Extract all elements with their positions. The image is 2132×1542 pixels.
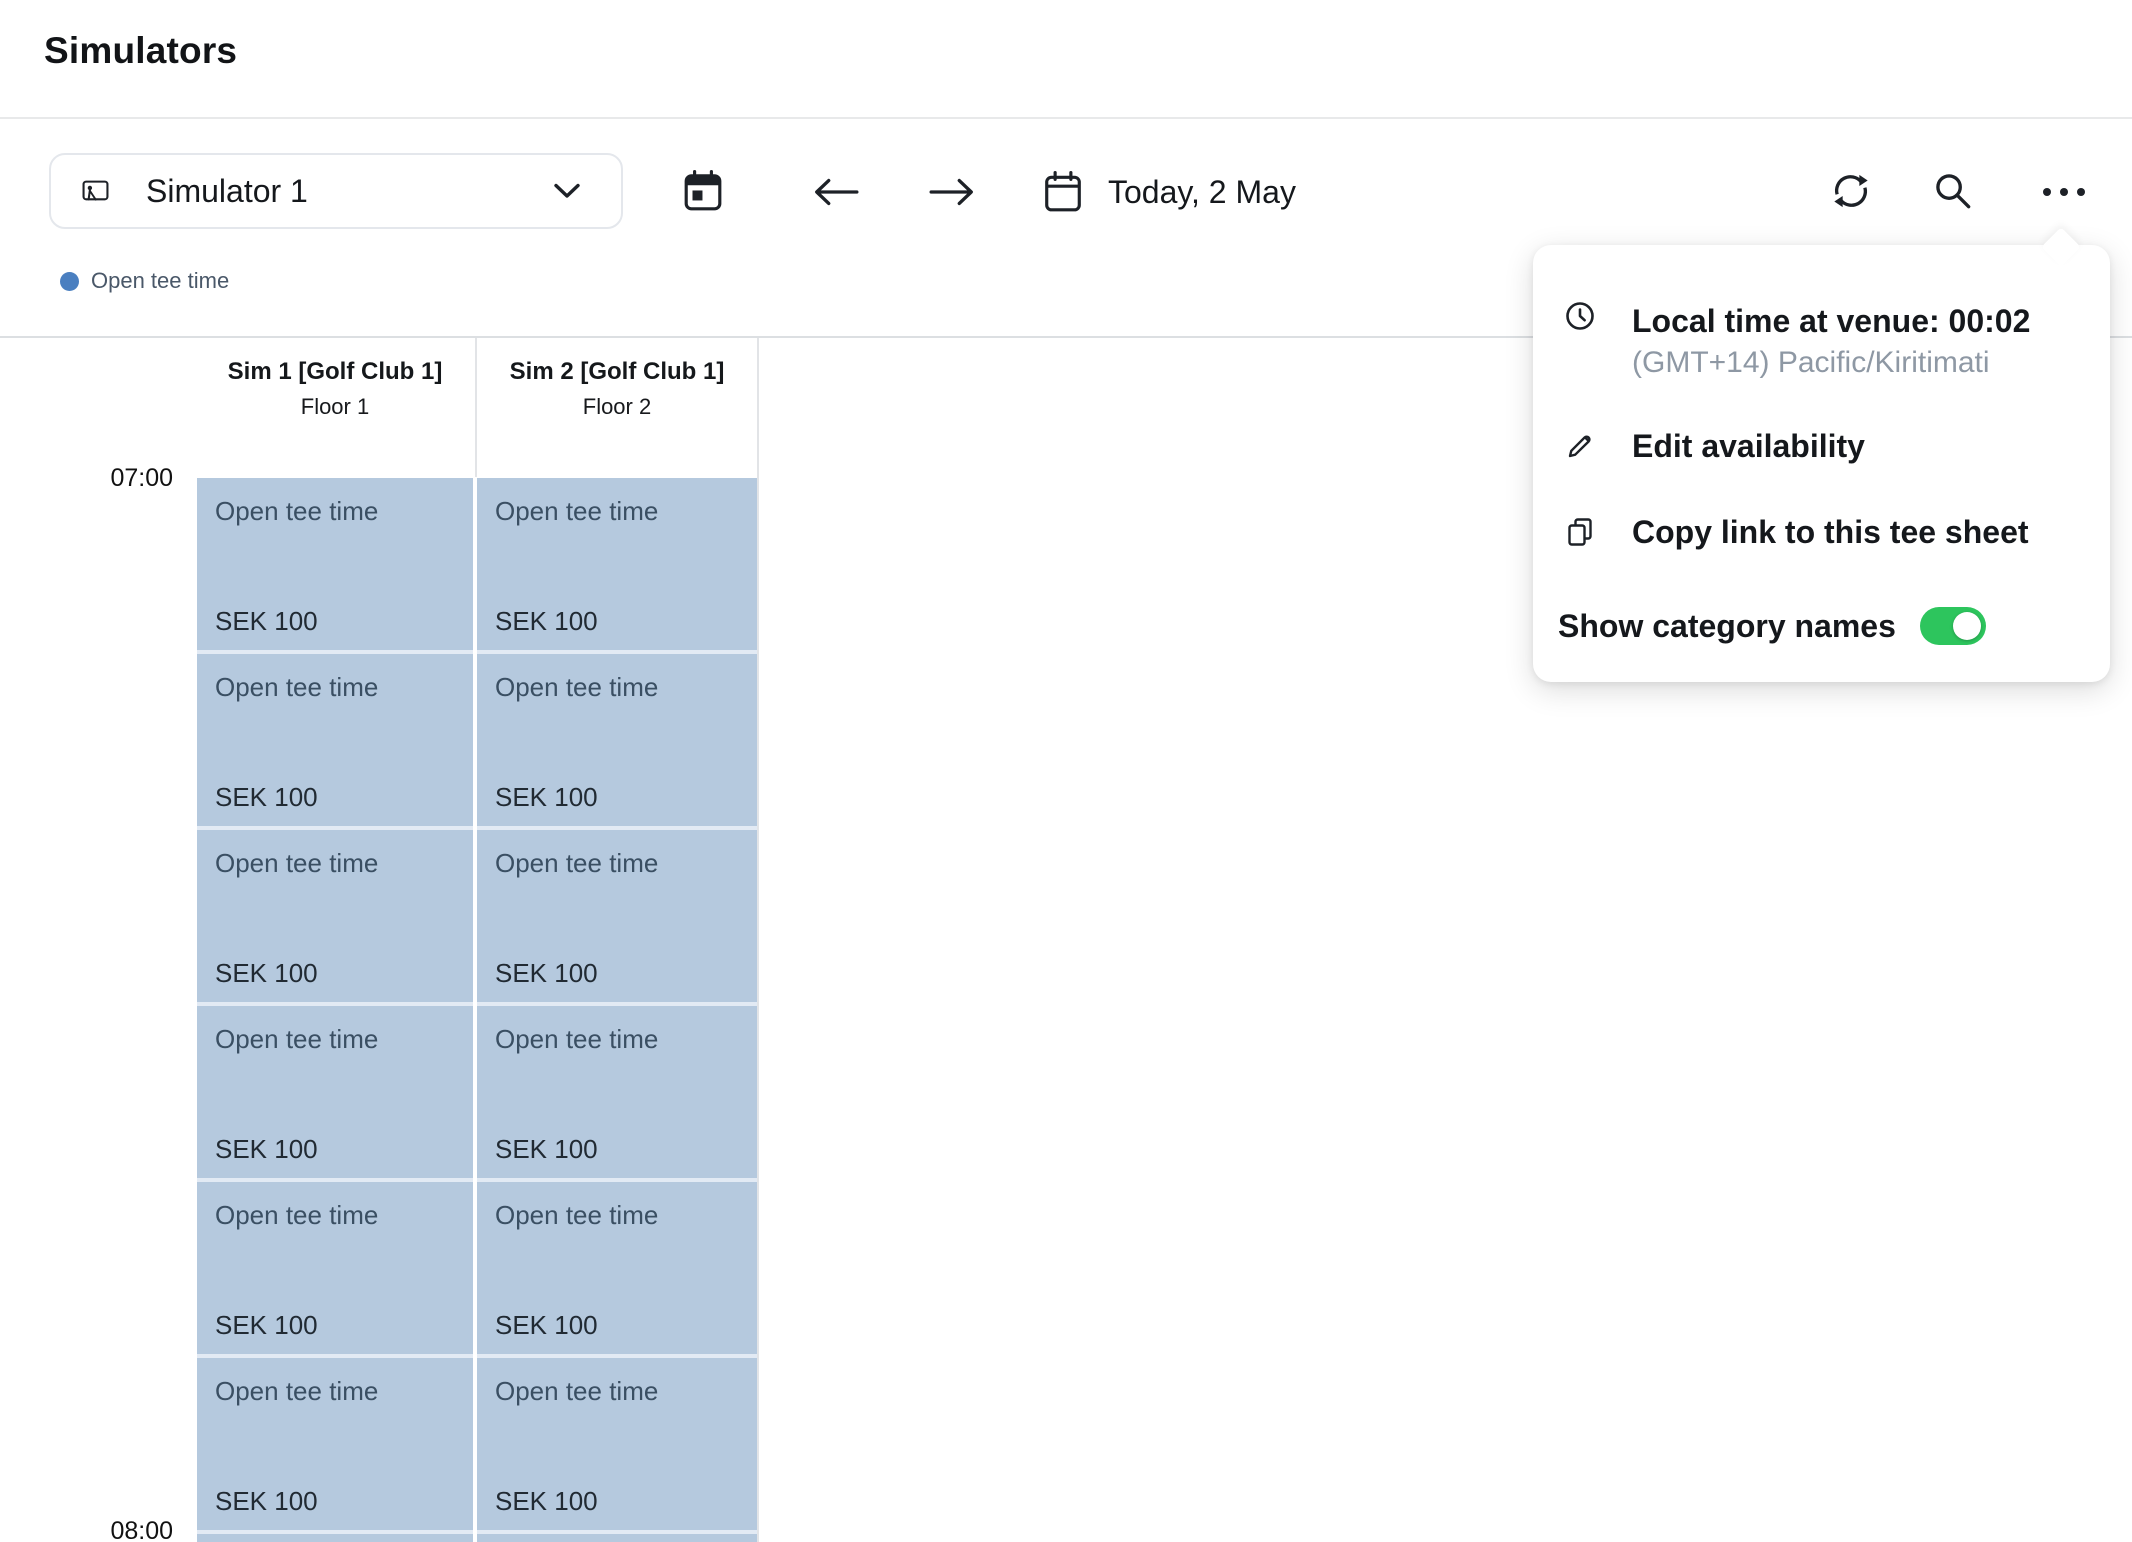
legend-label: Open tee time [91,268,229,294]
slot-label: Open tee time [215,1376,378,1406]
more-ellipsis-icon [2041,186,2087,198]
slot-price: SEK 100 [495,958,598,988]
tee-time-cell[interactable]: Open tee time SEK 100 [477,1182,757,1354]
tee-sheet-column-sim-2: Open tee time SEK 100 Open tee time SEK 100… [477,478,757,1542]
slot-label: Open tee time [495,848,658,878]
more-options-menu: Local time at venue: 00:02 (GMT+14) Paci… [1533,245,2110,682]
open-tee-time-dot [60,272,79,291]
show-category-names-toggle[interactable] [1920,607,1986,645]
show-category-names-label: Show category names [1558,603,1896,649]
arrow-right-icon [927,175,977,209]
next-day-button[interactable] [922,168,982,216]
arrow-left-icon [811,175,861,209]
slot-label: Open tee time [495,672,658,702]
calendar-today-icon [683,170,723,212]
slot-price: SEK 100 [495,1310,598,1340]
tee-time-cell-partial[interactable] [197,1534,473,1542]
time-label-0700: 07:00 [89,465,173,491]
popover-caret [2041,227,2081,267]
slot-price: SEK 100 [495,1486,598,1516]
edit-availability-label: Edit availability [1632,423,1865,469]
refresh-button[interactable] [1824,164,1878,218]
tee-time-cell[interactable]: Open tee time SEK 100 [197,830,473,1002]
jump-to-today-button[interactable] [676,164,730,218]
edit-availability-item[interactable]: Edit availability [1558,423,2082,469]
chevron-down-icon [553,183,581,199]
tee-time-cell-partial[interactable] [477,1534,757,1542]
tee-time-cell[interactable]: Open tee time SEK 100 [197,1182,473,1354]
tee-time-cell[interactable]: Open tee time SEK 100 [477,1006,757,1178]
clock-icon [1565,301,1595,331]
previous-day-button[interactable] [806,168,866,216]
search-icon [1934,172,1972,210]
column-header-sim-2: Sim 2 [Golf Club 1] Floor 2 [477,338,757,477]
slot-price: SEK 100 [495,606,598,636]
timezone-subtitle: (GMT+14) Pacific/Kiritimati [1632,343,2030,383]
column-name: Sim 1 [Golf Club 1] [197,351,473,392]
show-category-names-row: Show category names [1558,603,2082,649]
more-options-button[interactable] [2037,170,2091,214]
slot-price: SEK 100 [215,1310,318,1340]
slot-price: SEK 100 [215,958,318,988]
calendar-icon [1044,171,1082,213]
slot-price: SEK 100 [215,1486,318,1516]
header-divider [0,117,2132,119]
time-label-0800: 08:00 [89,1518,173,1542]
column-floor: Floor 2 [477,392,757,422]
tee-time-cell[interactable]: Open tee time SEK 100 [477,654,757,826]
refresh-icon [1831,171,1871,211]
tee-time-cell[interactable]: Open tee time SEK 100 [477,478,757,650]
search-button[interactable] [1926,164,1980,218]
tee-time-cell[interactable]: Open tee time SEK 100 [477,1358,757,1530]
column-name: Sim 2 [Golf Club 1] [477,351,757,392]
column-header-sim-1: Sim 1 [Golf Club 1] Floor 1 [197,338,473,477]
slot-price: SEK 100 [495,782,598,812]
slot-label: Open tee time [215,672,378,702]
tee-time-cell[interactable]: Open tee time SEK 100 [197,478,473,650]
slot-label: Open tee time [495,496,658,526]
local-time-item: Local time at venue: 00:02 (GMT+14) Paci… [1558,301,2082,383]
resource-selector-dropdown[interactable]: Simulator 1 [49,153,623,229]
page-title: Simulators [44,30,237,72]
slot-price: SEK 100 [215,1134,318,1164]
tee-time-cell[interactable]: Open tee time SEK 100 [197,654,473,826]
grid-right-border [757,338,759,1542]
slot-label: Open tee time [495,1376,658,1406]
slot-price: SEK 100 [215,606,318,636]
date-picker-button[interactable]: Today, 2 May [1044,164,1296,220]
slot-label: Open tee time [215,1024,378,1054]
copy-link-item[interactable]: Copy link to this tee sheet [1558,509,2082,555]
legend: Open tee time [60,268,229,294]
copy-icon [1565,517,1595,547]
slot-label: Open tee time [215,848,378,878]
column-floor: Floor 1 [197,392,473,422]
slot-label: Open tee time [495,1024,658,1054]
golf-simulator-icon [82,178,109,205]
copy-link-label: Copy link to this tee sheet [1632,509,2029,555]
slot-label: Open tee time [215,496,378,526]
tee-time-cell[interactable]: Open tee time SEK 100 [477,830,757,1002]
current-date-label: Today, 2 May [1108,174,1296,211]
tee-time-cell[interactable]: Open tee time SEK 100 [197,1358,473,1530]
slot-price: SEK 100 [215,782,318,812]
slot-label: Open tee time [215,1200,378,1230]
slot-price: SEK 100 [495,1134,598,1164]
simulators-page: Simulators Simulator 1 [0,0,2132,1542]
tee-sheet-column-sim-1: Open tee time SEK 100 Open tee time SEK 100… [197,478,473,1542]
local-time-title: Local time at venue: 00:02 [1632,301,2030,341]
tee-time-cell[interactable]: Open tee time SEK 100 [197,1006,473,1178]
slot-label: Open tee time [495,1200,658,1230]
resource-selector-label: Simulator 1 [146,173,553,210]
pencil-icon [1565,431,1595,461]
toggle-knob [1953,612,1981,640]
